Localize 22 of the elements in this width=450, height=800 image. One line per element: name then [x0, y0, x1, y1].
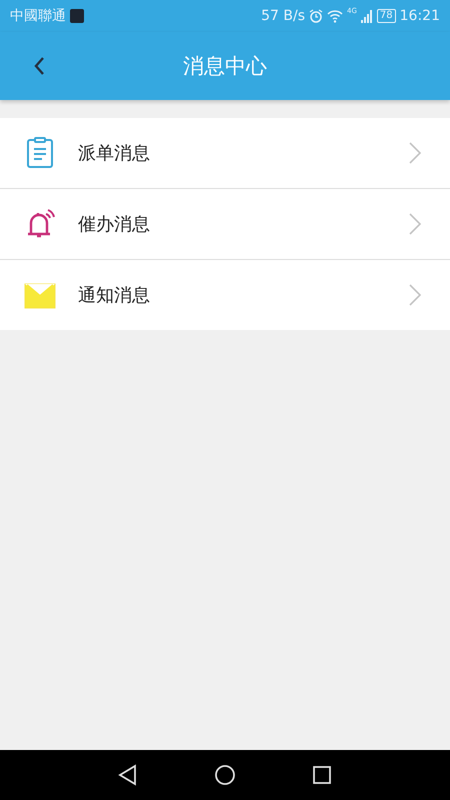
network-speed: 57 B/s [261, 8, 306, 24]
wifi-icon [327, 9, 344, 23]
home-button[interactable] [214, 764, 236, 786]
recents-button[interactable] [311, 764, 333, 786]
carrier-name: 中國聯通 [10, 7, 66, 25]
item-label: 通知消息 [78, 284, 151, 307]
chevron-icon [408, 283, 422, 307]
menu-item[interactable]: 通知消息 [0, 260, 450, 330]
clipboard-icon [24, 137, 56, 169]
page-title: 消息中心 [183, 53, 267, 80]
app-icon [70, 9, 84, 23]
chevron-icon [408, 141, 422, 165]
item-label: 派单消息 [78, 142, 151, 165]
menu-item[interactable]: 派单消息 [0, 118, 450, 189]
menu-item[interactable]: 催办消息 [0, 189, 450, 260]
battery-level: 78 [376, 9, 396, 23]
back-nav-button[interactable] [117, 764, 139, 786]
clock-time: 16:21 [400, 8, 440, 24]
item-label: 催办消息 [78, 213, 151, 236]
chevron-icon [408, 212, 422, 236]
signal-icon [360, 10, 373, 22]
alarm-icon [309, 9, 324, 23]
